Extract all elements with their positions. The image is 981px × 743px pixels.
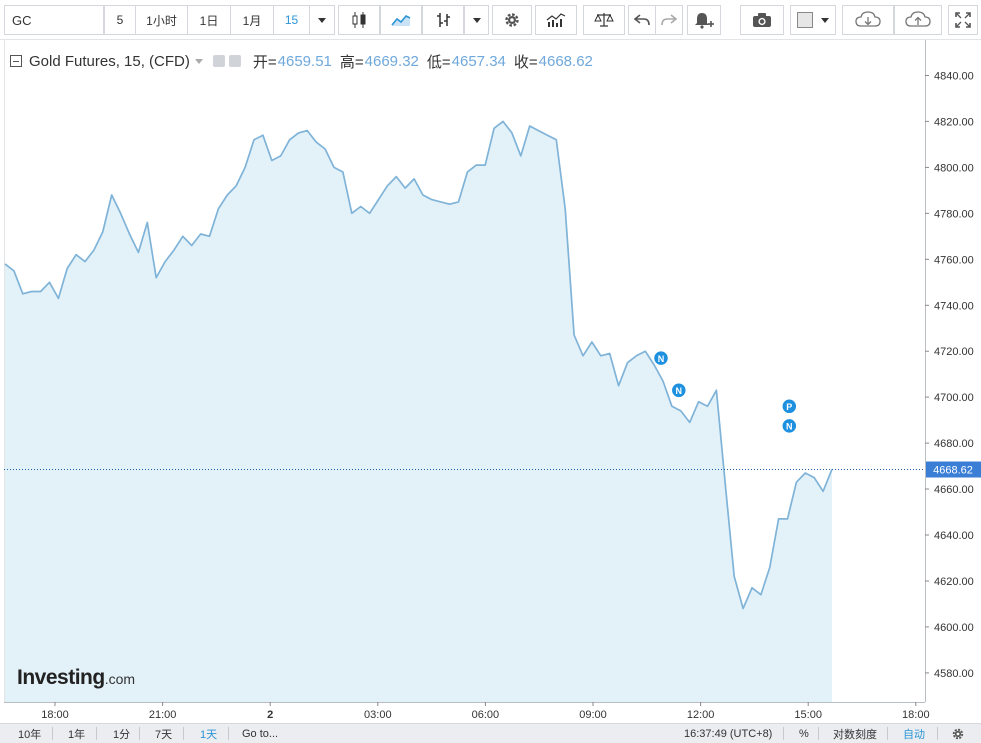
x-tick-label: 12:00 bbox=[687, 709, 715, 721]
footer-divider bbox=[96, 727, 97, 740]
range-7d-button[interactable]: 7天 bbox=[155, 724, 172, 743]
event-marker[interactable]: N bbox=[652, 349, 670, 367]
x-tick-label: 18:00 bbox=[902, 709, 930, 721]
event-marker-label: N bbox=[658, 354, 665, 364]
x-tick-label: 09:00 bbox=[579, 709, 607, 721]
high-value: 4669.32 bbox=[364, 52, 419, 70]
y-tick-label: 4600.00 bbox=[934, 622, 974, 634]
y-tick-label: 4760.00 bbox=[934, 254, 974, 266]
event-marker[interactable]: N bbox=[781, 417, 798, 435]
auto-scale-button[interactable]: 自动 bbox=[903, 724, 925, 743]
collapse-legend-icon[interactable] bbox=[10, 55, 22, 67]
y-tick-label: 4780.00 bbox=[934, 208, 974, 220]
high-label: 高= bbox=[339, 53, 364, 71]
event-marker-label: N bbox=[786, 422, 793, 432]
x-tick-label: 18:00 bbox=[41, 709, 69, 721]
event-marker-label: N bbox=[676, 386, 683, 396]
footer-divider bbox=[139, 727, 140, 740]
y-tick-label: 4660.00 bbox=[934, 484, 974, 496]
x-tick-label: 2 bbox=[267, 709, 273, 721]
range-footer: 10年 1年 1分 7天 1天 Go to... 16:37:49 (UTC+8… bbox=[0, 723, 981, 743]
legend-settings-icon[interactable] bbox=[228, 55, 241, 67]
range-10y-button[interactable]: 10年 bbox=[18, 724, 41, 743]
gear-icon bbox=[952, 728, 964, 739]
footer-divider bbox=[783, 727, 784, 740]
legend-menu-chevron-icon[interactable] bbox=[194, 58, 203, 64]
x-tick-label: 15:00 bbox=[794, 709, 822, 721]
logo-domain: .com bbox=[104, 671, 136, 687]
y-tick-label: 4800.00 bbox=[934, 162, 974, 174]
logo-main: Investing bbox=[17, 666, 105, 689]
footer-divider bbox=[887, 727, 888, 740]
series-area-fill bbox=[5, 121, 832, 702]
log-scale-button[interactable]: 对数刻度 bbox=[833, 724, 877, 743]
x-tick-label: 03:00 bbox=[364, 709, 392, 721]
legend-title[interactable]: Gold Futures, 15, (CFD) bbox=[29, 53, 190, 70]
range-1d-button[interactable]: 1天 bbox=[200, 724, 217, 743]
low-value: 4657.34 bbox=[451, 52, 506, 70]
range-1min-button[interactable]: 1分 bbox=[113, 724, 130, 743]
event-marker-label: P bbox=[786, 402, 792, 412]
close-label: 收= bbox=[513, 53, 538, 71]
y-tick-label: 4620.00 bbox=[934, 576, 974, 588]
event-marker[interactable]: N bbox=[670, 382, 688, 399]
footer-divider bbox=[818, 727, 819, 740]
y-tick-label: 4680.00 bbox=[934, 438, 974, 450]
last-price-label: 4668.62 bbox=[933, 465, 973, 477]
x-tick-label: 21:00 bbox=[149, 709, 177, 721]
open-label: 开= bbox=[252, 53, 277, 71]
price-chart: 4668.62 NNPN 4580.004600.004620.004640.0… bbox=[4, 71, 981, 721]
y-tick-label: 4840.00 bbox=[934, 71, 974, 83]
goto-button[interactable]: Go to... bbox=[242, 724, 278, 743]
y-tick-label: 4720.00 bbox=[934, 346, 974, 358]
series-legend: Gold Futures, 15, (CFD) 开= 4659.51 高= 46… bbox=[10, 51, 593, 71]
clock-readout: 16:37:49 (UTC+8) bbox=[684, 727, 773, 740]
footer-divider bbox=[52, 727, 53, 740]
x-tick-label: 06:00 bbox=[472, 709, 500, 721]
y-tick-label: 4640.00 bbox=[934, 530, 974, 542]
footer-divider bbox=[937, 727, 938, 740]
y-tick-label: 4700.00 bbox=[934, 392, 974, 404]
event-marker[interactable]: P bbox=[781, 398, 798, 415]
legend-visibility-icon[interactable] bbox=[212, 55, 225, 67]
percent-scale-button[interactable]: % bbox=[799, 724, 809, 743]
y-tick-label: 4580.00 bbox=[934, 668, 974, 680]
footer-divider bbox=[228, 727, 229, 740]
y-tick-label: 4820.00 bbox=[934, 116, 974, 128]
footer-divider bbox=[183, 727, 184, 740]
investing-logo: Investing .com bbox=[17, 666, 135, 690]
open-value: 4659.51 bbox=[277, 52, 332, 70]
range-1y-button[interactable]: 1年 bbox=[68, 724, 85, 743]
close-value: 4668.62 bbox=[538, 52, 593, 70]
low-label: 低= bbox=[426, 53, 451, 71]
footer-settings-button[interactable] bbox=[951, 724, 965, 743]
y-tick-label: 4740.00 bbox=[934, 300, 974, 312]
